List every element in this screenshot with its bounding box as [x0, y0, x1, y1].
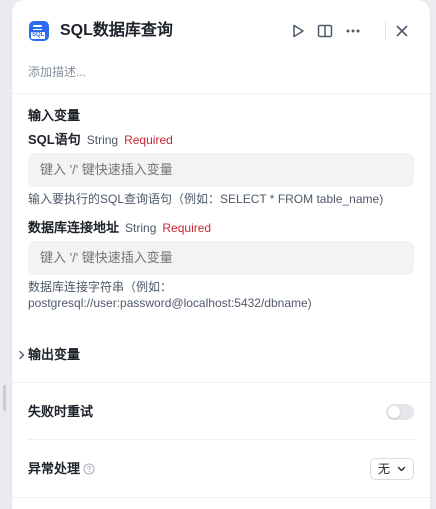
sql-field-type: String [86, 133, 119, 147]
error-handling-value: 无 [378, 462, 391, 476]
retry-toggle[interactable] [386, 404, 414, 420]
toggle-knob [388, 406, 400, 418]
chevron-right-icon [19, 350, 25, 360]
node-title[interactable]: SQL数据库查询 [60, 20, 173, 42]
error-handling-select[interactable]: 无 [370, 458, 414, 480]
sql-node-icon: SQL [29, 21, 49, 41]
db-url-field-label: 数据库连接地址 String Required [28, 218, 211, 238]
retry-label: 失败时重试 [28, 404, 94, 419]
db-url-help-line1: 数据库连接字符串（例如： [28, 280, 173, 294]
sql-field-name: SQL语句 [28, 132, 81, 147]
sql-field-required: Required [124, 133, 173, 147]
output-variables-title: 输出变量 [28, 347, 81, 362]
description-input[interactable]: 添加描述... [28, 62, 86, 82]
close-icon[interactable] [392, 21, 412, 41]
sql-icon-tag: SQL [31, 32, 46, 39]
help-circle-icon[interactable] [83, 463, 95, 475]
db-url-field-help: 数据库连接字符串（例如： postgresql://user:password@… [28, 279, 414, 311]
row-divider [28, 439, 414, 440]
sql-statement-input[interactable] [28, 153, 414, 187]
more-icon[interactable] [343, 21, 363, 41]
db-url-help-line2: postgresql://user:password@localhost:543… [28, 296, 312, 310]
run-icon[interactable] [288, 21, 308, 41]
header-divider [385, 22, 386, 40]
db-url-field-name: 数据库连接地址 [28, 220, 120, 235]
panel-resize-handle[interactable] [3, 385, 6, 411]
section-divider [12, 93, 430, 94]
layout-split-icon[interactable] [315, 21, 335, 41]
chevron-down-icon [397, 466, 406, 472]
db-url-field-required: Required [162, 221, 212, 235]
section-divider [12, 382, 430, 383]
node-settings-panel: SQL SQL数据库查询 添加描述... 输入变量 SQL语句 String Req… [12, 0, 430, 509]
error-handling-label: 异常处理 [28, 461, 81, 476]
input-variables-title: 输入变量 [28, 108, 81, 123]
panel-header: SQL SQL数据库查询 [12, 0, 430, 62]
canvas-edge [0, 0, 12, 509]
db-url-field-type: String [125, 221, 157, 235]
sql-field-label: SQL语句 String Required [28, 130, 173, 150]
db-url-input[interactable] [28, 241, 414, 275]
section-divider [12, 497, 430, 498]
sql-field-help: 输入要执行的SQL查询语句（例如：SELECT * FROM table_nam… [28, 192, 384, 206]
output-variables-toggle[interactable]: 输出变量 [12, 344, 430, 366]
